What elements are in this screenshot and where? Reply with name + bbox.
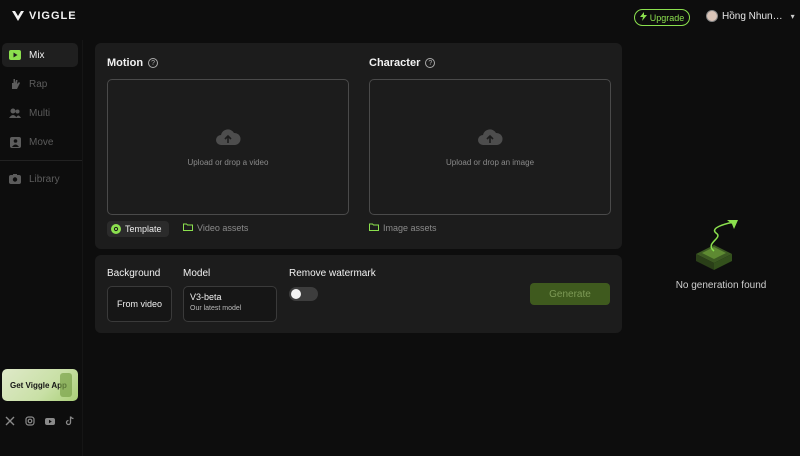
sidebar-item-rap[interactable]: Rap xyxy=(2,72,78,96)
help-icon[interactable]: ? xyxy=(148,58,158,68)
video-assets-label: Video assets xyxy=(197,223,248,233)
lightning-icon xyxy=(640,12,647,23)
generate-button[interactable]: Generate xyxy=(530,283,610,305)
sidebar-item-label: Move xyxy=(29,137,53,148)
top-bar: VIGGLE Upgrade Hồng Nhun… ▾ xyxy=(0,0,800,34)
sidebar-item-label: Rap xyxy=(29,79,47,90)
chevron-down-icon: ▾ xyxy=(791,12,795,21)
model-name: V3-beta xyxy=(190,292,276,302)
template-icon xyxy=(111,224,121,234)
background-value: From video xyxy=(117,299,162,309)
sidebar-divider xyxy=(0,160,82,161)
sidebar-item-move[interactable]: Move xyxy=(2,130,78,154)
template-button[interactable]: Template xyxy=(107,221,169,237)
user-menu[interactable]: Hồng Nhun… ▾ xyxy=(706,10,795,22)
image-assets-link[interactable]: Image assets xyxy=(369,223,437,233)
image-assets-label: Image assets xyxy=(383,223,437,233)
character-dropzone[interactable]: Upload or drop an image xyxy=(369,79,611,215)
input-panel: Motion ? Upload or drop a video Template… xyxy=(95,43,622,249)
video-assets-link[interactable]: Video assets xyxy=(183,223,248,233)
motion-title: Motion xyxy=(107,57,143,69)
model-description: Our latest model xyxy=(190,305,276,312)
model-select[interactable]: V3-beta Our latest model xyxy=(183,286,277,322)
motion-upload-text: Upload or drop a video xyxy=(188,158,269,167)
tiktok-icon[interactable] xyxy=(65,416,75,426)
background-label: Background xyxy=(107,268,160,279)
folder-icon xyxy=(183,223,193,233)
avatar xyxy=(706,10,718,22)
social-links xyxy=(5,416,75,426)
cloud-upload-icon xyxy=(477,127,503,152)
character-title: Character xyxy=(369,57,420,69)
help-icon[interactable]: ? xyxy=(425,58,435,68)
users-icon xyxy=(9,107,21,119)
motion-header: Motion ? xyxy=(107,57,158,69)
model-label: Model xyxy=(183,268,210,279)
viggle-logo-icon xyxy=(11,10,25,22)
background-select[interactable]: From video xyxy=(107,286,172,322)
template-label: Template xyxy=(125,224,162,234)
watermark-toggle[interactable] xyxy=(289,287,318,301)
youtube-icon[interactable] xyxy=(45,416,55,426)
sidebar-item-library[interactable]: Library xyxy=(2,167,78,191)
sidebar-border xyxy=(82,40,83,456)
character-upload-text: Upload or drop an image xyxy=(446,158,534,167)
character-header: Character ? xyxy=(369,57,435,69)
get-app-banner[interactable]: Get Viggle App xyxy=(2,369,78,401)
sidebar-item-label: Library xyxy=(29,174,60,185)
instagram-icon[interactable] xyxy=(25,416,35,426)
play-square-icon xyxy=(9,49,21,61)
x-icon[interactable] xyxy=(5,416,15,426)
watermark-label: Remove watermark xyxy=(289,268,376,279)
settings-panel: Background From video Model V3-beta Our … xyxy=(95,255,622,333)
sidebar-item-label: Multi xyxy=(29,108,50,119)
image-square-icon xyxy=(9,136,21,148)
logo[interactable]: VIGGLE xyxy=(11,10,77,22)
sidebar-item-label: Mix xyxy=(29,50,45,61)
sidebar-item-mix[interactable]: Mix xyxy=(2,43,78,67)
empty-state-text: No generation found xyxy=(660,280,782,291)
generate-label: Generate xyxy=(549,289,591,300)
phone-icon xyxy=(60,373,72,397)
empty-state-illustration-icon xyxy=(694,218,750,275)
hand-gesture-icon xyxy=(9,78,21,90)
toggle-knob xyxy=(291,289,301,299)
logo-text: VIGGLE xyxy=(29,10,77,22)
library-icon xyxy=(9,173,21,185)
motion-dropzone[interactable]: Upload or drop a video xyxy=(107,79,349,215)
user-name: Hồng Nhun… xyxy=(722,11,783,22)
get-app-label: Get Viggle App xyxy=(10,381,67,390)
cloud-upload-icon xyxy=(215,127,241,152)
upgrade-button[interactable]: Upgrade xyxy=(634,9,690,26)
sidebar-item-multi[interactable]: Multi xyxy=(2,101,78,125)
upgrade-label: Upgrade xyxy=(650,13,685,23)
folder-icon xyxy=(369,223,379,233)
